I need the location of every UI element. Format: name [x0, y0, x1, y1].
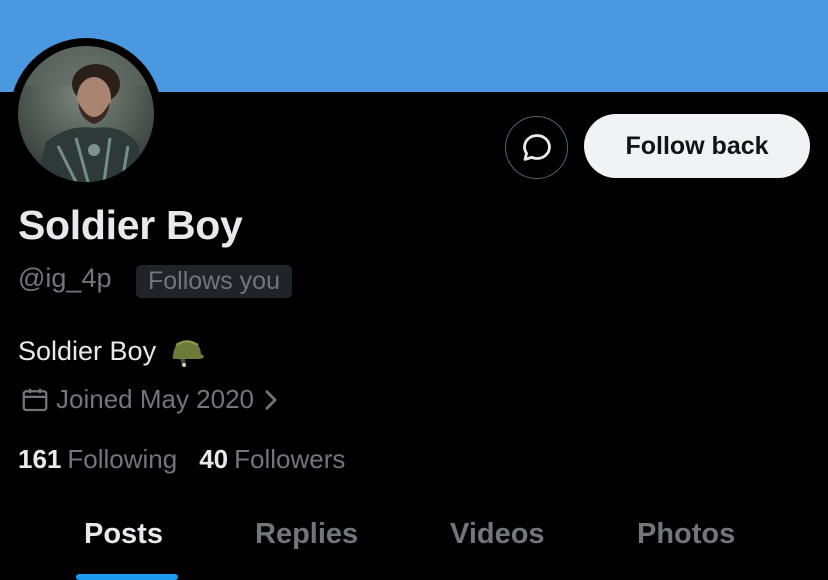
chevron-right-icon	[265, 389, 277, 410]
following-stat[interactable]: 161 Following	[18, 444, 177, 475]
message-bubble-icon	[522, 133, 551, 161]
follow-stats: 161 Following 40 Followers	[18, 444, 345, 475]
joined-text: Joined May 2020	[56, 384, 255, 414]
military-helmet-icon	[168, 332, 206, 370]
joined-date[interactable]: Joined May 2020	[20, 384, 280, 415]
followers-stat[interactable]: 40 Followers	[199, 444, 345, 475]
tab-videos[interactable]: Videos	[450, 518, 545, 551]
tab-replies[interactable]: Replies	[255, 518, 358, 551]
bio: Soldier Boy	[18, 332, 206, 370]
message-button[interactable]	[505, 116, 568, 179]
follows-you-badge: Follows you	[136, 265, 292, 298]
tab-posts[interactable]: Posts	[84, 518, 163, 551]
follow-back-button[interactable]: Follow back	[584, 114, 810, 178]
followers-label: Followers	[234, 444, 346, 474]
bio-text: Soldier Boy	[18, 335, 157, 366]
display-name: Soldier Boy	[18, 202, 243, 248]
calendar-icon	[22, 388, 48, 411]
user-handle: @ig_4p	[18, 263, 112, 293]
avatar[interactable]	[18, 46, 154, 182]
followers-count: 40	[199, 444, 229, 474]
following-label: Following	[67, 444, 178, 474]
profile-tabs: Posts Replies Videos Photos	[0, 506, 828, 580]
tab-photos[interactable]: Photos	[637, 518, 735, 551]
following-count: 161	[18, 444, 62, 474]
active-tab-indicator	[76, 574, 178, 580]
